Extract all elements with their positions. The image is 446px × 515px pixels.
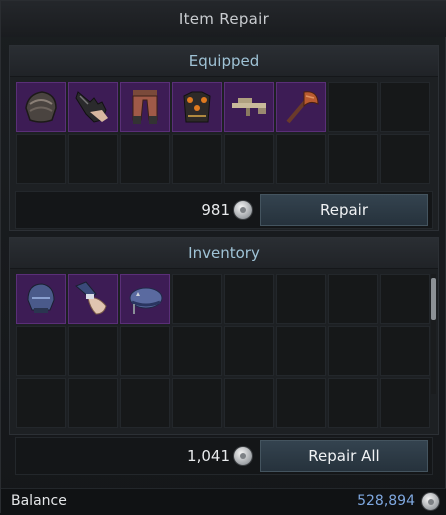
inventory-slot-4[interactable] [172,274,222,324]
equipped-slot-8[interactable] [380,82,430,132]
equipped-slot-12[interactable] [172,134,222,184]
inventory-slot-24[interactable] [380,378,430,428]
equipped-slot-7[interactable] [328,82,378,132]
silver-coin-icon [422,493,439,510]
inventory-panel: Inventory [9,237,439,435]
inventory-slot-23[interactable] [328,378,378,428]
equipped-header: Equipped [10,46,438,77]
equipped-slot-10[interactable] [68,134,118,184]
equipped-slot-13[interactable] [224,134,274,184]
inventory-slot-5[interactable] [224,274,274,324]
inventory-slot-6[interactable] [276,274,326,324]
inventory-slot-2[interactable] [68,274,118,324]
inventory-slot-15[interactable] [328,326,378,376]
inventory-slot-13[interactable] [224,326,274,376]
axe-weapon-icon [286,91,319,124]
inventory-slot-21[interactable] [224,378,274,428]
inventory-scrollbar[interactable] [431,274,436,394]
rifle-weapon-icon [232,98,266,116]
inventory-slot-7[interactable] [328,274,378,324]
equipped-slot-2[interactable] [68,82,118,132]
equipped-footer: 981 Repair [15,191,433,229]
equipped-slot-15[interactable] [328,134,378,184]
inventory-slot-17[interactable] [16,378,66,428]
inventory-slot-9[interactable] [16,326,66,376]
equipped-slot-3[interactable] [120,82,170,132]
inventory-slot-22[interactable] [276,378,326,428]
balance-bar: Balance 528,894 [1,488,446,515]
inventory-slot-1[interactable] [16,274,66,324]
beret-cap-icon [129,287,163,314]
inventory-footer: 1,041 Repair All [15,437,433,475]
silver-coin-icon [234,201,252,219]
inventory-slot-10[interactable] [68,326,118,376]
inventory-header: Inventory [10,238,438,269]
leg-armor-icon [132,90,158,124]
inventory-slot-18[interactable] [68,378,118,428]
inventory-slot-12[interactable] [172,326,222,376]
balance-value: 528,894 [357,493,415,509]
shoulder-armor-icon [25,91,57,123]
item-repair-window: Item Repair Equipped 981 Repair Inventor… [0,0,446,515]
inventory-slot-11[interactable] [120,326,170,376]
equipped-slot-6[interactable] [276,82,326,132]
equipped-slot-14[interactable] [276,134,326,184]
equipped-slot-16[interactable] [380,134,430,184]
glove-icon [75,91,108,123]
repair-button[interactable]: Repair [260,194,428,226]
equipped-repair-cost: 981 [201,201,230,219]
repair-all-button[interactable]: Repair All [260,440,428,472]
inventory-scroll-thumb[interactable] [431,278,436,320]
equipped-grid [16,82,430,184]
inventory-grid [16,274,430,428]
window-title: Item Repair [1,1,446,37]
glove-icon [75,281,107,315]
helmet-icon [27,283,55,313]
inventory-slot-20[interactable] [172,378,222,428]
inventory-slot-8[interactable] [380,274,430,324]
inventory-slot-14[interactable] [276,326,326,376]
equipped-slot-1[interactable] [16,82,66,132]
equipped-slot-9[interactable] [16,134,66,184]
inventory-slot-19[interactable] [120,378,170,428]
chest-armor-icon [183,91,211,123]
equipped-slot-5[interactable] [224,82,274,132]
balance-label: Balance [11,493,67,509]
equipped-slot-11[interactable] [120,134,170,184]
inventory-slot-3[interactable] [120,274,170,324]
inventory-slot-16[interactable] [380,326,430,376]
equipped-slot-4[interactable] [172,82,222,132]
inventory-repair-cost: 1,041 [187,447,230,465]
silver-coin-icon [234,447,252,465]
